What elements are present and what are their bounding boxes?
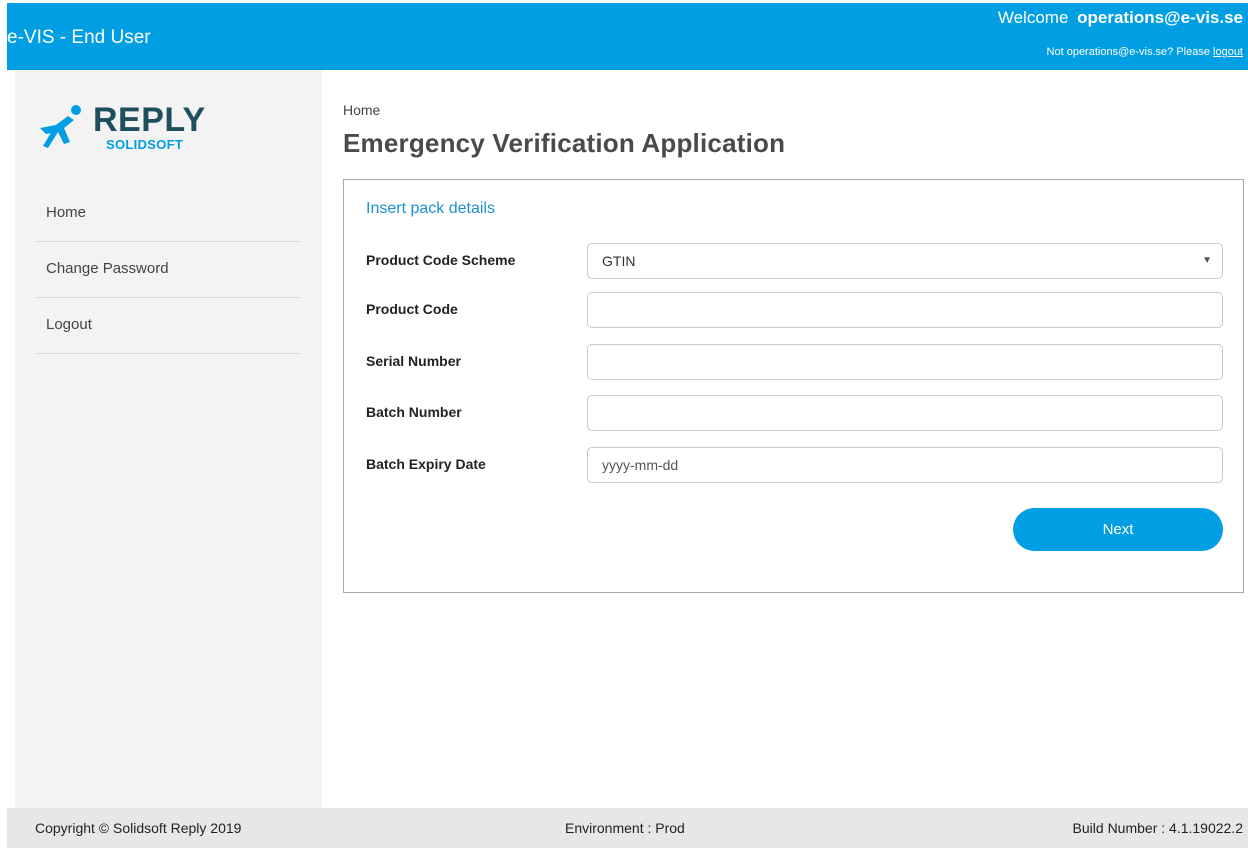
footer-copyright: Copyright © Solidsoft Reply 2019 [35, 820, 242, 836]
sidebar-nav: Home Change Password Logout [36, 186, 300, 354]
next-button[interactable]: Next [1013, 508, 1223, 551]
product-code-input[interactable] [587, 292, 1223, 328]
product-code-scheme-value: GTIN [602, 253, 636, 269]
batch-expiry-date-row: Batch Expiry Date [366, 447, 1224, 483]
footer: Copyright © Solidsoft Reply 2019 Environ… [7, 808, 1248, 848]
logo-subtitle: SOLIDSOFT [106, 137, 184, 152]
product-code-scheme-row: Product Code Scheme GTIN ▼ [366, 243, 1224, 279]
logo-wordmark: REPLY [93, 101, 206, 139]
not-user-text: Not operations@e-vis.se? Please [1046, 46, 1210, 58]
app-title: e-VIS - End User [7, 27, 151, 48]
product-code-row: Product Code [366, 292, 1224, 328]
batch-number-label: Batch Number [366, 404, 462, 420]
batch-number-input[interactable] [587, 395, 1223, 431]
breadcrumb[interactable]: Home [343, 102, 380, 118]
product-code-scheme-label: Product Code Scheme [366, 252, 516, 268]
serial-number-input[interactable] [587, 344, 1223, 380]
welcome-message: Welcome operations@e-vis.se [998, 8, 1243, 28]
serial-number-row: Serial Number [366, 344, 1224, 380]
page-title: Emergency Verification Application [343, 128, 786, 158]
sidebar: REPLY SOLIDSOFT Home Change Password Log… [15, 70, 322, 808]
user-email: operations@e-vis.se [1077, 8, 1243, 27]
serial-number-label: Serial Number [366, 353, 461, 369]
not-user-prompt: Not operations@e-vis.se? Please logout [1047, 46, 1243, 58]
logout-link[interactable]: logout [1213, 46, 1243, 58]
running-figure-logo-icon [40, 105, 81, 148]
company-logo: REPLY SOLIDSOFT [36, 101, 216, 154]
batch-expiry-date-label: Batch Expiry Date [366, 456, 486, 472]
sidebar-item-change-password[interactable]: Change Password [36, 242, 300, 298]
pack-details-form: Insert pack details Product Code Scheme … [343, 179, 1244, 593]
dropdown-arrow-icon: ▼ [1202, 255, 1212, 266]
product-code-label: Product Code [366, 301, 458, 317]
product-code-scheme-select[interactable]: GTIN ▼ [587, 243, 1223, 279]
sidebar-item-home[interactable]: Home [36, 186, 300, 242]
footer-build-number: Build Number : 4.1.19022.2 [1072, 820, 1243, 836]
batch-expiry-date-input[interactable] [587, 447, 1223, 483]
form-section-title: Insert pack details [366, 200, 495, 217]
batch-number-row: Batch Number [366, 395, 1224, 431]
sidebar-item-logout[interactable]: Logout [36, 298, 300, 354]
welcome-label: Welcome [997, 8, 1069, 27]
top-header-bar: e-VIS - End User Welcome operations@e-vi… [7, 3, 1248, 70]
footer-environment: Environment : Prod [565, 820, 685, 836]
